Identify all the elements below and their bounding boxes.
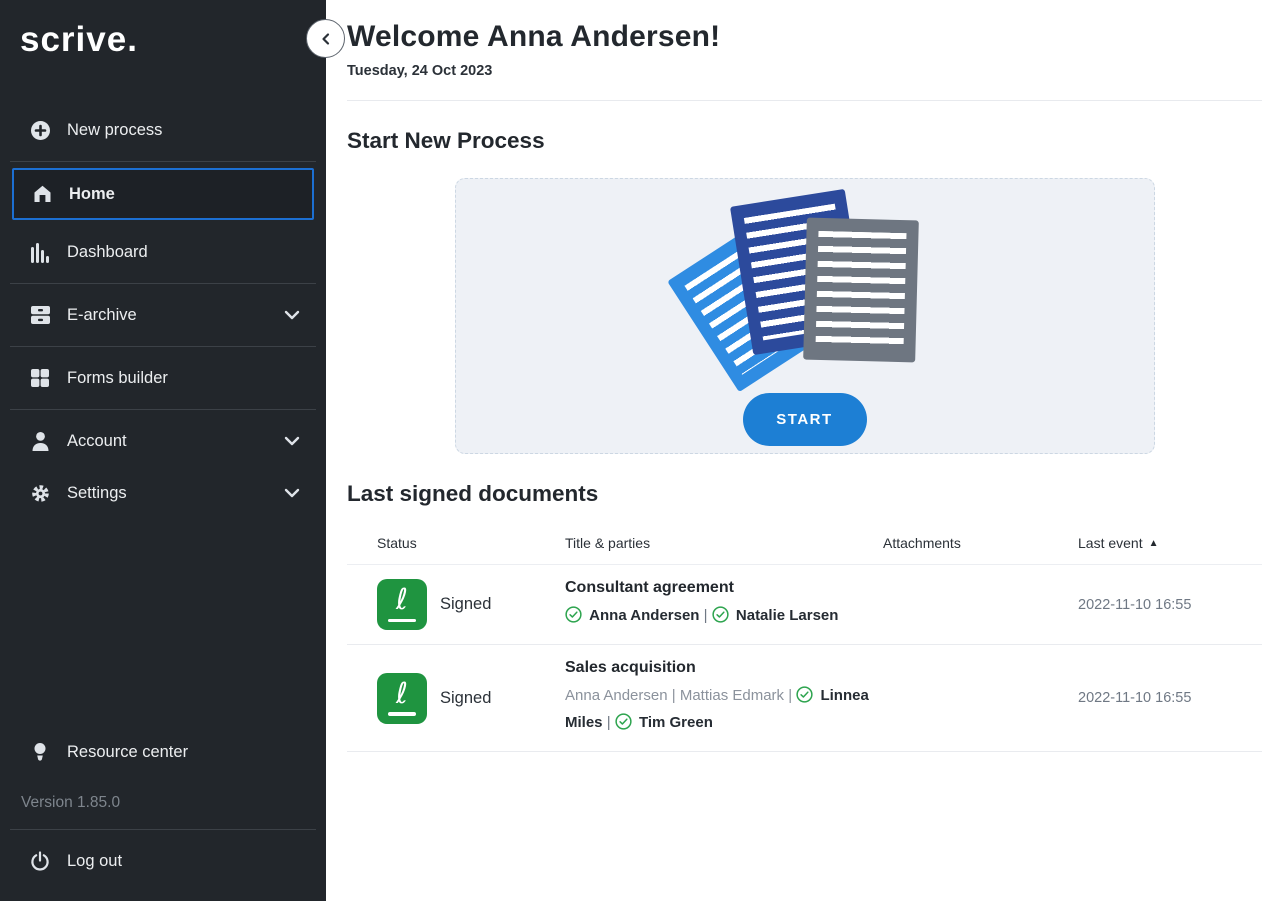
sidebar: scrive. New process Home Dashboard [0, 0, 326, 901]
bar-chart-icon [28, 242, 52, 263]
column-header-last-event[interactable]: Last event ▲ [1078, 535, 1159, 551]
check-circle-icon [565, 606, 582, 630]
last-event-date: 2022-11-10 16:55 [1078, 690, 1262, 706]
documents-illustration [687, 193, 922, 381]
document-row[interactable]: ℓ Signed Sales acquisition Anna Andersen… [347, 645, 1262, 752]
sidebar-item-label: Dashboard [67, 243, 300, 262]
party-separator: | [607, 714, 611, 731]
app-version: Version 1.85.0 [0, 778, 326, 824]
column-header-status: Status [377, 535, 565, 551]
check-circle-icon [796, 686, 813, 710]
lightbulb-icon [28, 742, 52, 762]
check-circle-icon [615, 713, 632, 737]
start-section-heading: Start New Process [347, 128, 1262, 154]
sidebar-item-settings[interactable]: Settings [0, 467, 326, 519]
sidebar-divider [10, 829, 316, 830]
document-row[interactable]: ℓ Signed Consultant agreement Anna Ander… [347, 565, 1262, 645]
sidebar-item-label: Account [67, 432, 284, 451]
sidebar-item-account[interactable]: Account [0, 415, 326, 467]
title-parties-cell: Consultant agreement Anna Andersen | Nat… [565, 579, 883, 630]
column-header-title-parties: Title & parties [565, 535, 883, 551]
sidebar-item-label: Home [69, 185, 298, 204]
documents-table: Status Title & parties Attachments Last … [347, 535, 1262, 752]
sidebar-item-e-archive[interactable]: E-archive [0, 289, 326, 341]
party-name: Anna Andersen [565, 687, 668, 704]
status-cell: ℓ Signed [377, 673, 565, 724]
sidebar-item-logout[interactable]: Log out [0, 835, 326, 887]
start-process-dropzone[interactable]: START [455, 178, 1155, 454]
chevron-down-icon [284, 310, 300, 320]
title-parties-cell: Sales acquisition Anna Andersen | Mattia… [565, 659, 883, 737]
sidebar-item-label: Forms builder [67, 369, 300, 388]
column-header-attachments: Attachments [883, 535, 1078, 551]
current-date: Tuesday, 24 Oct 2023 [347, 63, 1262, 79]
sidebar-item-resource-center[interactable]: Resource center [0, 726, 326, 778]
gear-icon [28, 483, 52, 504]
user-icon [28, 431, 52, 452]
last-event-date: 2022-11-10 16:55 [1078, 597, 1262, 613]
check-circle-icon [712, 606, 729, 630]
party-separator: | [672, 687, 676, 704]
parties-list: Anna Andersen | Natalie Larsen [565, 604, 873, 630]
party-separator: | [704, 607, 708, 624]
sidebar-bottom: Resource center Version 1.85.0 Log out [0, 726, 326, 901]
start-process-section: Start New Process START [347, 128, 1262, 454]
chevron-down-icon [284, 488, 300, 498]
last-signed-section: Last signed documents Status Title & par… [347, 481, 1262, 752]
sort-ascending-icon: ▲ [1149, 538, 1159, 549]
sidebar-collapse-button[interactable] [306, 19, 345, 58]
page-title: Welcome Anna Andersen! [347, 20, 1262, 54]
status-cell: ℓ Signed [377, 579, 565, 630]
main-content: Welcome Anna Andersen! Tuesday, 24 Oct 2… [326, 0, 1280, 901]
plus-circle-icon [28, 120, 52, 141]
archive-icon [28, 305, 52, 325]
sidebar-item-label: E-archive [67, 306, 284, 325]
party-name: Natalie Larsen [736, 607, 839, 624]
sidebar-item-forms-builder[interactable]: Forms builder [0, 352, 326, 404]
table-header-row: Status Title & parties Attachments Last … [347, 535, 1262, 565]
last-signed-heading: Last signed documents [347, 481, 1262, 507]
app-logo: scrive. [0, 0, 326, 60]
sidebar-item-new-process[interactable]: New process [0, 104, 326, 156]
party-name: Mattias Edmark [680, 687, 784, 704]
signed-status-icon: ℓ [377, 673, 427, 724]
status-label: Signed [440, 689, 491, 708]
sidebar-divider [10, 161, 316, 162]
chevron-left-icon [319, 32, 333, 46]
sidebar-item-label: Settings [67, 484, 284, 503]
signed-status-icon: ℓ [377, 579, 427, 630]
start-button[interactable]: START [743, 393, 867, 446]
grid-icon [28, 368, 52, 388]
sidebar-item-label: Log out [67, 852, 300, 871]
power-icon [28, 851, 52, 871]
parties-list: Anna Andersen | Mattias Edmark | Linnea … [565, 684, 873, 737]
home-icon [30, 184, 54, 204]
document-title: Consultant agreement [565, 579, 873, 597]
sidebar-item-label: Resource center [67, 743, 300, 762]
sidebar-divider [10, 346, 316, 347]
document-sheet-gray [803, 218, 919, 363]
status-label: Signed [440, 595, 491, 614]
party-separator: | [788, 687, 792, 704]
party-name: Tim Green [639, 714, 713, 731]
sidebar-item-dashboard[interactable]: Dashboard [0, 226, 326, 278]
sidebar-item-home[interactable]: Home [12, 168, 314, 220]
party-name: Anna Andersen [589, 607, 699, 624]
sidebar-nav: New process Home Dashboard E-archive [0, 104, 326, 519]
chevron-down-icon [284, 436, 300, 446]
sidebar-divider [10, 283, 316, 284]
page-header: Welcome Anna Andersen! Tuesday, 24 Oct 2… [347, 0, 1262, 101]
sidebar-item-label: New process [67, 121, 300, 140]
document-title: Sales acquisition [565, 659, 873, 677]
sidebar-divider [10, 409, 316, 410]
